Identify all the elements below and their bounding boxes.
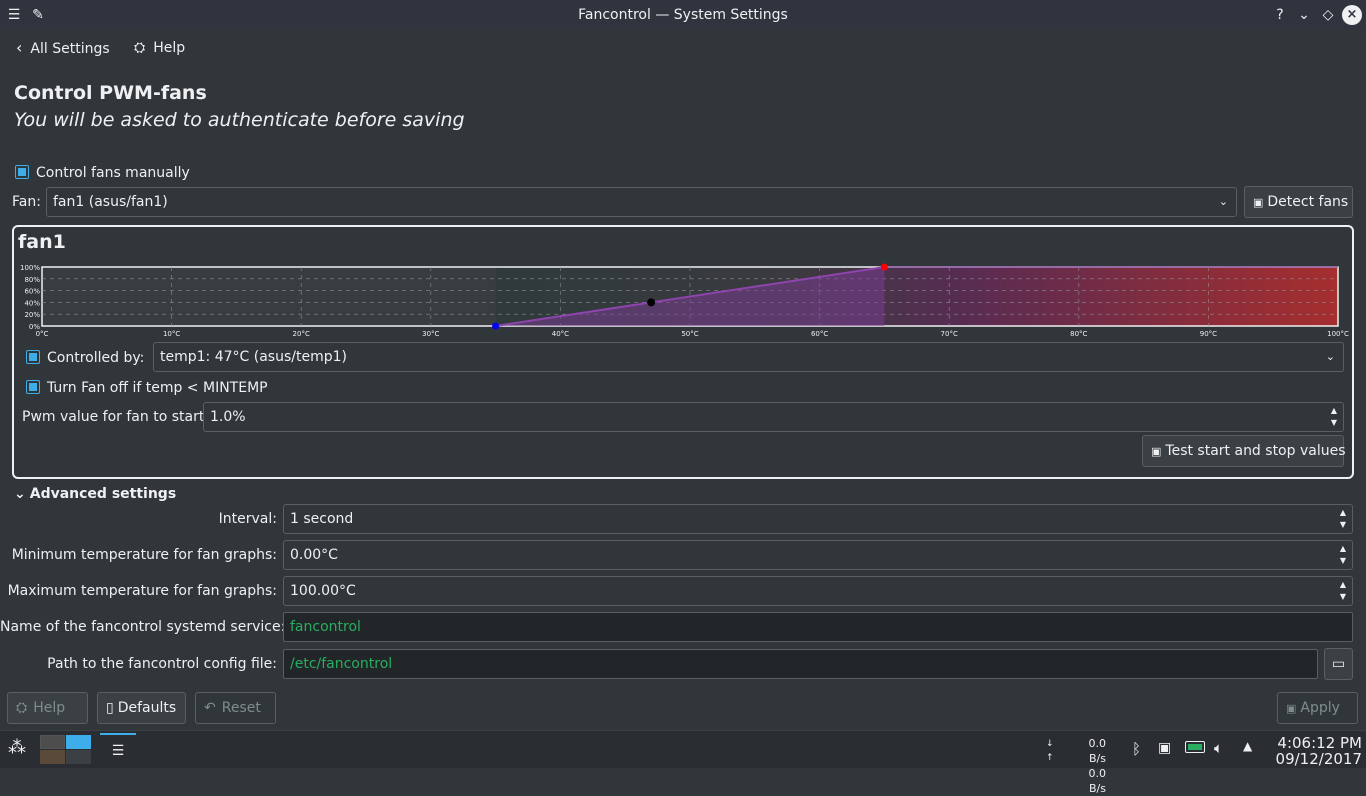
network-arrows-icon: ↓ ↑ [1046,739,1054,763]
minimize-icon[interactable]: ⌄ [1294,0,1314,30]
config-path-input[interactable]: /etc/fancontrol [283,649,1318,679]
pager-widget[interactable] [40,735,92,765]
battery-icon[interactable] [1185,741,1205,753]
browse-folder-button[interactable]: ▭ [1324,648,1353,680]
all-settings-button[interactable]: ‹ All Settings [16,36,110,60]
chart-max-point [880,263,888,271]
fan-label: Fan: [12,194,41,210]
spin-arrows-icon: ▲ ▼ [1339,580,1346,601]
service-name-input[interactable]: fancontrol [283,612,1353,642]
chevron-down-icon: ⌄ [1325,350,1335,363]
turn-off-label: Turn Fan off if temp < MINTEMP [47,380,268,396]
defaults-button[interactable]: ▯ Defaults [97,692,186,724]
pwm-start-label: Pwm value for fan to start: [22,409,210,425]
interval-spinbox[interactable]: 1 second ▲ ▼ [283,504,1353,534]
fan-panel: fan1 0°C 10°C 20°C 30°C 40°C 50°C 60°C 70°C 80°C… [12,225,1354,479]
advanced-settings-toggle[interactable]: ⌄ Advanced settings [14,484,176,504]
apply-button[interactable]: ▣ Apply [1277,692,1358,724]
controlled-by-label: Controlled by: [47,350,145,366]
spin-arrows-icon: ▲ ▼ [1339,544,1346,565]
turn-off-checkbox[interactable] [26,380,40,394]
chart-x-tick-label: 60°C [811,330,828,338]
clock[interactable]: 4:06:12 PM 09/12/2017 [1262,735,1362,767]
control-manually-checkbox[interactable] [15,165,29,179]
chevron-left-icon: ‹ [16,38,23,57]
controlled-by-checkbox[interactable] [26,350,40,364]
taskbar: ⁂ ☰ ↓ ↑ 0.0 B/s 0.0 B/s ᛒ ▣ 🔈︎ ▲ 4:06:12 … [0,730,1366,795]
spin-arrows-icon: ▲ ▼ [1330,406,1337,427]
max-temp-spinbox[interactable]: 100.00°C ▲ ▼ [283,576,1353,606]
app-launcher-icon[interactable]: ⁂ [8,737,26,758]
chart-y-tick-label: 40% [24,299,40,307]
chart-y-tick-label: 100% [20,264,40,272]
interval-label: Interval: [218,511,277,527]
service-label: Name of the fancontrol systemd service: [0,619,286,635]
chart-y-tick-label: 80% [24,276,40,284]
help-nav-button[interactable]: ⛭ Help [134,36,185,60]
chart-current-point [647,298,656,307]
chart-x-tick-label: 30°C [422,330,439,338]
fan-panel-title: fan1 [18,231,66,253]
undo-icon: ↶ [204,700,216,716]
spin-arrows-icon: ▲ ▼ [1339,508,1346,529]
bluetooth-icon[interactable]: ᛒ [1132,740,1141,758]
chevron-down-icon: ⌄ [14,486,26,502]
chart-x-tick-label: 100°C [1327,330,1349,338]
settings-window-icon: ☰ [111,743,125,759]
maximize-icon[interactable]: ◇ [1318,0,1338,30]
task-system-settings[interactable]: ☰ [100,733,136,767]
min-temp-spinbox[interactable]: 0.00°C ▲ ▼ [283,540,1353,570]
chart-x-tick-label: 70°C [941,330,958,338]
chart-y-tick-label: 60% [24,288,40,296]
chart-x-tick-label: 20°C [293,330,310,338]
lock-icon: ▣ [1286,702,1297,715]
lifebuoy-icon: ⛭ [16,700,28,716]
fan-curve-chart[interactable]: 0°C 10°C 20°C 30°C 40°C 50°C 60°C 70°C 80°C 90°C 1… [14,259,1352,341]
controlled-by-select[interactable]: temp1: 47°C (asus/temp1) ⌄ [153,342,1344,372]
help-question-icon[interactable]: ? [1270,0,1290,30]
chart-y-tick-label: 0% [29,323,40,331]
fan-select[interactable]: fan1 (asus/fan1) ⌄ [46,187,1237,217]
detect-fans-button[interactable]: ▣ Detect fans [1244,186,1353,218]
window-titlebar: ☰ ✎ Fancontrol — System Settings ? ⌄ ◇ × [0,0,1366,30]
config-label: Path to the fancontrol config file: [47,656,277,672]
close-icon[interactable]: × [1342,5,1362,25]
max-temp-label: Maximum temperature for fan graphs: [7,583,277,599]
lock-icon: ▣ [1253,196,1264,209]
min-temp-label: Minimum temperature for fan graphs: [11,547,277,563]
help-button[interactable]: ⛭ Help [7,692,88,724]
lock-icon: ▣ [1151,445,1162,458]
folder-icon: ▭ [1331,656,1346,672]
volume-icon[interactable]: 🔈︎ [1214,739,1223,757]
document-icon: ▯ [106,700,114,716]
network-speed: 0.0 B/s 0.0 B/s [1088,737,1107,795]
chart-x-tick-label: 10°C [163,330,180,338]
reset-button[interactable]: ↶ Reset [195,692,276,724]
chart-x-tick-label: 90°C [1200,330,1217,338]
chart-x-tick-label: 40°C [552,330,569,338]
test-start-stop-button[interactable]: ▣ Test start and stop values [1142,435,1346,467]
chevron-down-icon: ⌄ [1218,195,1228,208]
page-title: Control PWM-fans [14,82,207,104]
chart-y-tick-label: 20% [24,311,40,319]
window-title: Fancontrol — System Settings [578,7,788,23]
control-manually-label: Control fans manually [36,165,190,181]
chart-x-tick-label: 50°C [681,330,698,338]
page-subtitle: You will be asked to authenticate before… [14,109,465,131]
expand-tray-icon[interactable]: ▲ [1243,739,1252,753]
chart-min-point [492,322,500,330]
chart-x-tick-label: 80°C [1070,330,1087,338]
lifebuoy-icon: ⛭ [134,40,146,56]
chart-x-tick-label: 0°C [36,330,49,338]
display-icon[interactable]: ▣ [1158,740,1171,756]
pwm-start-spinbox[interactable]: 1.0% ▲ ▼ [203,402,1344,432]
